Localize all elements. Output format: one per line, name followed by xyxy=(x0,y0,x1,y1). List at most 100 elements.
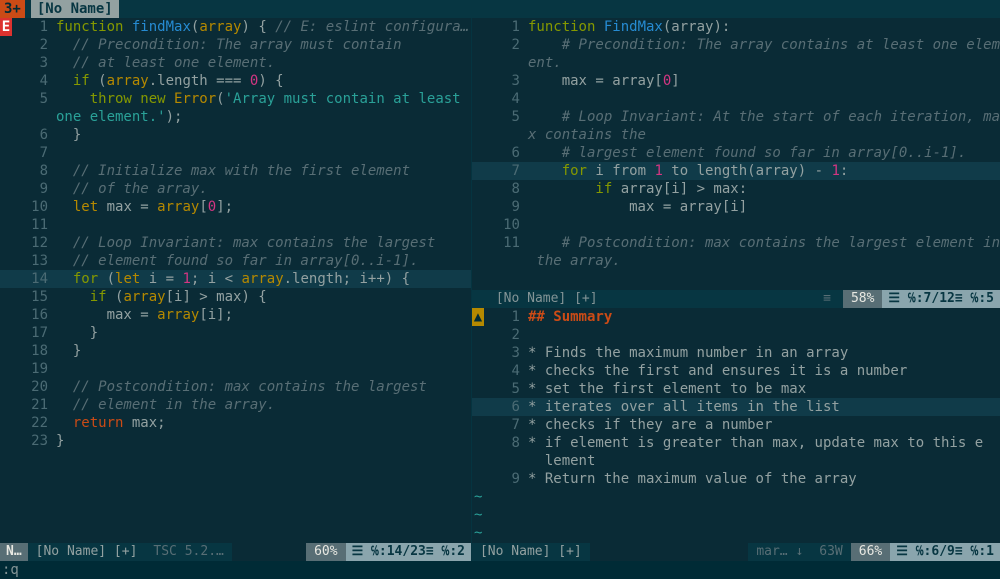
code-line[interactable]: 9 max = array[i] xyxy=(472,198,1000,216)
code-line[interactable]: 7 for i from 1 to length(array) - 1: xyxy=(472,162,1000,180)
line-text[interactable]: * Finds the maximum number in an array xyxy=(528,344,1000,362)
line-text[interactable]: // element found so far in array[0..i-1]… xyxy=(56,252,471,270)
line-text[interactable]: # Precondition: The array contains at le… xyxy=(528,36,1000,54)
line-text[interactable]: the array. xyxy=(528,252,1000,270)
tabline[interactable]: 3+ [No Name] xyxy=(0,0,1000,18)
line-text[interactable]: max = array[0] xyxy=(528,72,1000,90)
line-text[interactable]: } xyxy=(56,432,471,450)
line-text[interactable]: x contains the xyxy=(528,126,1000,144)
line-text[interactable]: * iterates over all items in the list xyxy=(528,398,1000,416)
code-line[interactable]: 4 if (array.length === 0) { xyxy=(0,72,471,90)
line-text[interactable]: } xyxy=(56,324,471,342)
code-line[interactable]: ▲1## Summary xyxy=(472,308,1000,326)
code-line[interactable]: 7* checks if they are a number xyxy=(472,416,1000,434)
line-text[interactable]: max = array[i] xyxy=(528,198,1000,216)
code-line[interactable]: 10 xyxy=(472,216,1000,234)
line-text[interactable]: // Loop Invariant: max contains the larg… xyxy=(56,234,471,252)
code-line[interactable]: 10 let max = array[0]; xyxy=(0,198,471,216)
line-text[interactable]: } xyxy=(56,342,471,360)
line-text[interactable]: // element in the array. xyxy=(56,396,471,414)
code-line[interactable]: 17 } xyxy=(0,324,471,342)
line-text[interactable]: # Loop Invariant: At the start of each i… xyxy=(528,108,1000,126)
line-text[interactable]: one element.'); xyxy=(56,108,471,126)
line-text[interactable]: * Return the maximum value of the array xyxy=(528,470,1000,488)
code-line[interactable]: 21 // element in the array. xyxy=(0,396,471,414)
pane-bottom-right[interactable]: ▲1## Summary23* Finds the maximum number… xyxy=(472,308,1000,543)
line-text[interactable]: throw new Error('Array must contain at l… xyxy=(56,90,471,108)
code-line[interactable]: one element.'); xyxy=(0,108,471,126)
code-line[interactable]: 1function FindMax(array): xyxy=(472,18,1000,36)
code-line[interactable]: 15 if (array[i] > max) { xyxy=(0,288,471,306)
code-line[interactable]: 2 xyxy=(472,326,1000,344)
code-line[interactable]: 7 xyxy=(0,144,471,162)
line-text[interactable]: return max; xyxy=(56,414,471,432)
line-text[interactable]: // Precondition: The array must contain xyxy=(56,36,471,54)
code-line[interactable]: x contains the xyxy=(472,126,1000,144)
line-text[interactable] xyxy=(56,360,471,378)
line-text[interactable]: function findMax(array) { // E: eslint c… xyxy=(56,18,471,36)
code-line[interactable]: 11 xyxy=(0,216,471,234)
line-text[interactable]: * checks if they are a number xyxy=(528,416,1000,434)
line-text[interactable] xyxy=(528,216,1000,234)
line-text[interactable]: for i from 1 to length(array) - 1: xyxy=(528,162,1000,180)
code-line[interactable]: 6 # largest element found so far in arra… xyxy=(472,144,1000,162)
code-line[interactable]: 6* iterates over all items in the list xyxy=(472,398,1000,416)
code-line[interactable]: the array. xyxy=(472,252,1000,270)
line-text[interactable]: for (let i = 1; i < array.length; i++) { xyxy=(56,270,471,288)
code-line[interactable]: 20 // Postcondition: max contains the la… xyxy=(0,378,471,396)
line-text[interactable]: if (array[i] > max) { xyxy=(56,288,471,306)
line-text[interactable]: } xyxy=(56,126,471,144)
tab-active[interactable]: [No Name] xyxy=(31,0,119,18)
pane-top-right[interactable]: 1function FindMax(array):2 # Preconditio… xyxy=(472,18,1000,290)
line-text[interactable] xyxy=(528,326,1000,344)
line-text[interactable]: # largest element found so far in array[… xyxy=(528,144,1000,162)
code-line[interactable]: 5 throw new Error('Array must contain at… xyxy=(0,90,471,108)
code-line[interactable]: 8* if element is greater than max, updat… xyxy=(472,434,1000,452)
line-text[interactable]: ent. xyxy=(528,54,1000,72)
line-text[interactable]: ## Summary xyxy=(528,308,1000,326)
code-line[interactable]: 6 } xyxy=(0,126,471,144)
code-line[interactable]: 8 if array[i] > max: xyxy=(472,180,1000,198)
code-line[interactable]: 22 return max; xyxy=(0,414,471,432)
code-line[interactable]: 18 } xyxy=(0,342,471,360)
line-text[interactable]: function FindMax(array): xyxy=(528,18,1000,36)
code-line[interactable]: 4 xyxy=(472,90,1000,108)
line-text[interactable]: max = array[i]; xyxy=(56,306,471,324)
command-line[interactable]: :q xyxy=(0,561,1000,579)
code-line[interactable]: 13 // element found so far in array[0..i… xyxy=(0,252,471,270)
line-text[interactable] xyxy=(56,216,471,234)
code-line[interactable]: 14 for (let i = 1; i < array.length; i++… xyxy=(0,270,471,288)
code-line[interactable]: 19 xyxy=(0,360,471,378)
line-text[interactable]: * checks the first and ensures it is a n… xyxy=(528,362,1000,380)
code-line[interactable]: 3* Finds the maximum number in an array xyxy=(472,344,1000,362)
line-text[interactable]: // Postcondition: max contains the large… xyxy=(56,378,471,396)
code-line[interactable]: 5* set the first element to be max xyxy=(472,380,1000,398)
code-line[interactable]: ent. xyxy=(472,54,1000,72)
code-line[interactable]: 12 // Loop Invariant: max contains the l… xyxy=(0,234,471,252)
line-text[interactable]: * if element is greater than max, update… xyxy=(528,434,1000,452)
line-text[interactable]: // at least one element. xyxy=(56,54,471,72)
code-line[interactable]: 3 max = array[0] xyxy=(472,72,1000,90)
code-line[interactable]: 8 // Initialize max with the first eleme… xyxy=(0,162,471,180)
line-text[interactable]: if array[i] > max: xyxy=(528,180,1000,198)
line-text[interactable]: if (array.length === 0) { xyxy=(56,72,471,90)
line-text[interactable]: # Postcondition: max contains the larges… xyxy=(528,234,1000,252)
code-line[interactable]: 11 # Postcondition: max contains the lar… xyxy=(472,234,1000,252)
code-line[interactable]: 5 # Loop Invariant: At the start of each… xyxy=(472,108,1000,126)
pane-left[interactable]: E1function findMax(array) { // E: eslint… xyxy=(0,18,471,543)
code-line[interactable]: 3 // at least one element. xyxy=(0,54,471,72)
line-text[interactable] xyxy=(56,144,471,162)
code-line[interactable]: 4* checks the first and ensures it is a … xyxy=(472,362,1000,380)
line-text[interactable] xyxy=(528,90,1000,108)
code-line[interactable]: 16 max = array[i]; xyxy=(0,306,471,324)
code-line[interactable]: lement xyxy=(472,452,1000,470)
line-text[interactable]: // Initialize max with the first element xyxy=(56,162,471,180)
code-line[interactable]: 9* Return the maximum value of the array xyxy=(472,470,1000,488)
line-text[interactable]: let max = array[0]; xyxy=(56,198,471,216)
code-line[interactable]: 9 // of the array. xyxy=(0,180,471,198)
line-text[interactable]: // of the array. xyxy=(56,180,471,198)
code-line[interactable]: 2 // Precondition: The array must contai… xyxy=(0,36,471,54)
code-line[interactable]: 2 # Precondition: The array contains at … xyxy=(472,36,1000,54)
line-text[interactable]: * set the first element to be max xyxy=(528,380,1000,398)
code-line[interactable]: E1function findMax(array) { // E: eslint… xyxy=(0,18,471,36)
